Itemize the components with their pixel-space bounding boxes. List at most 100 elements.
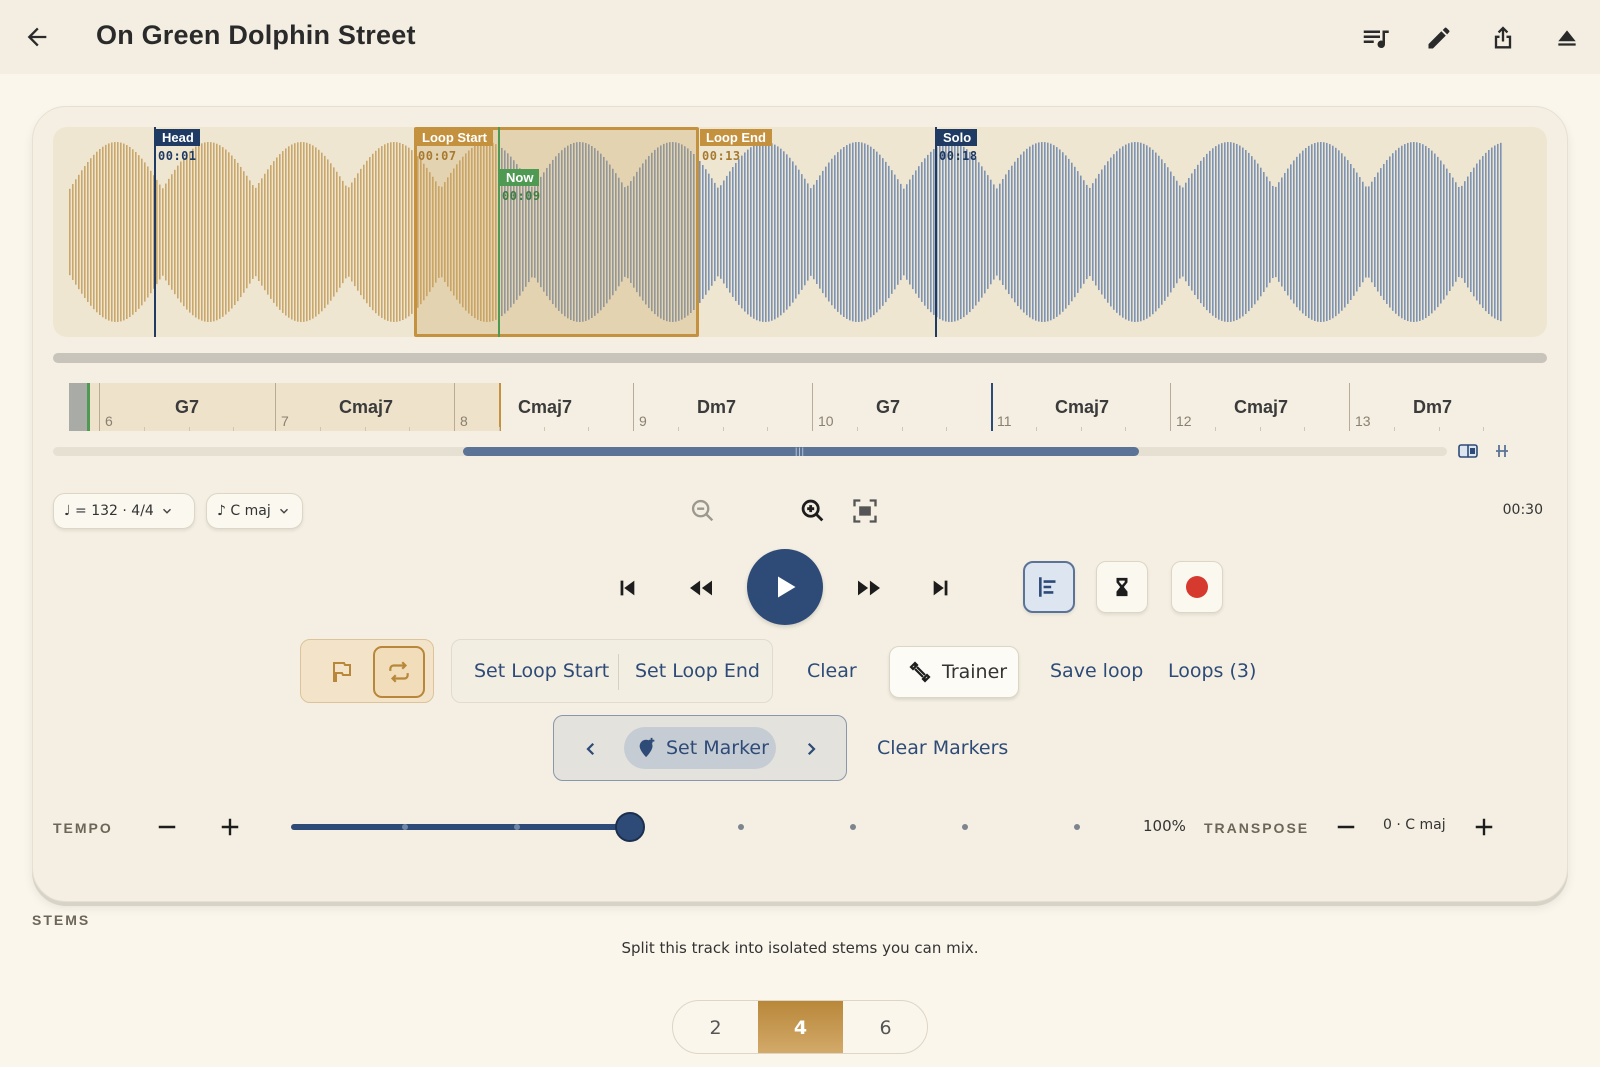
zoom-in-button[interactable] (795, 493, 831, 529)
playlist-button[interactable] (1354, 18, 1396, 58)
chord-lane[interactable]: 6 G7 7 Cmaj7 8 Cmaj7 9 Dm7 10 G7 11 Cmaj7 12 Cmaj7 13 D… (69, 383, 1529, 431)
waveform-sample (315, 147, 317, 317)
waveform-sample (1356, 172, 1358, 292)
waveform-sample (1482, 156, 1484, 308)
set-loop-end-button[interactable]: Set Loop End (635, 660, 760, 682)
chord-cell[interactable]: 8 Cmaj7 (454, 383, 633, 431)
waveform-sample (1392, 153, 1394, 311)
transpose-down-button[interactable] (1331, 812, 1361, 842)
waveform-sample (1005, 174, 1007, 290)
set-loop-start-button[interactable]: Set Loop Start (474, 660, 609, 682)
next-marker-button[interactable] (796, 734, 826, 764)
waveform-sample (1110, 157, 1112, 307)
chord-cell[interactable]: 6 G7 (99, 383, 278, 431)
waveform-sample (1347, 160, 1349, 304)
marker-loop-end[interactable]: Loop End 00:13 (698, 127, 772, 337)
fast-forward-button[interactable] (849, 568, 889, 608)
align-left-button[interactable] (1023, 561, 1075, 613)
marker-mode-button[interactable] (315, 646, 367, 698)
waveform-sample (108, 143, 110, 321)
count-in-timer-button[interactable] (1096, 561, 1148, 613)
record-button[interactable] (1171, 561, 1223, 613)
loop-mode-button[interactable] (373, 646, 425, 698)
waveform-graphic (69, 142, 1502, 322)
beat-tick (1438, 427, 1440, 431)
chord-name: Cmaj7 (1055, 397, 1110, 417)
zoom-out-button[interactable] (685, 493, 721, 529)
waveform-sample (1224, 142, 1226, 322)
skip-to-end-button[interactable] (921, 568, 961, 608)
marker-solo[interactable]: Solo 00:18 (935, 127, 978, 337)
clear-loop-button[interactable]: Clear (807, 660, 857, 682)
waveform-sample (1080, 175, 1082, 289)
tempo-slider-track[interactable] (291, 824, 631, 830)
chord-cell[interactable]: 7 Cmaj7 (275, 383, 454, 431)
waveform-sample (876, 151, 878, 313)
transpose-up-button[interactable] (1469, 812, 1499, 842)
waveform-sample (81, 170, 83, 294)
waveform-sample (141, 158, 143, 306)
back-button[interactable] (20, 20, 54, 54)
set-marker-button[interactable]: Set Marker (624, 727, 776, 769)
waveform-sample (1263, 172, 1265, 292)
stems-option-2[interactable]: 2 (673, 1001, 758, 1053)
waveform-sample (123, 143, 125, 321)
waveform-sample (387, 143, 389, 321)
waveform-sample (1329, 144, 1331, 320)
tempo-slider-thumb[interactable] (615, 812, 645, 842)
beat-tick (1125, 427, 1127, 431)
waveform-sample (198, 144, 200, 320)
waveform-sample (882, 158, 884, 306)
rewind-icon (690, 580, 712, 596)
eject-button[interactable] (1546, 18, 1588, 58)
stems-option-4[interactable]: 4 (758, 1001, 843, 1053)
tempo-decrease-button[interactable] (152, 812, 182, 842)
waveform-sample (1470, 171, 1472, 293)
chevron-down-icon (279, 508, 288, 514)
edit-button[interactable] (1418, 18, 1460, 58)
waveform-sample (1326, 142, 1328, 322)
waveform-sample (846, 145, 848, 319)
waveform-sample (1071, 162, 1073, 302)
chord-name: Dm7 (697, 397, 737, 417)
share-button[interactable] (1482, 18, 1524, 58)
waveform-sample (264, 173, 266, 291)
playhead-now[interactable]: Now 00:09 (498, 127, 540, 337)
chord-cell[interactable]: 11 Cmaj7 (991, 383, 1170, 431)
tempo-signature-pill[interactable]: ♩ = 132 · 4/4 (53, 493, 195, 529)
beat-tick (1304, 427, 1306, 431)
scrub-bar[interactable] (53, 353, 1547, 363)
waveform[interactable]: Head 00:01 Loop Start 00:07 Now 00:09 Lo… (53, 127, 1547, 337)
tempo-increase-button[interactable] (215, 812, 245, 842)
chord-cell[interactable]: 9 Dm7 (633, 383, 812, 431)
waveform-sample (909, 179, 911, 285)
chord-cell[interactable]: 13 Dm7 (1349, 383, 1528, 431)
waveform-sample (411, 150, 413, 314)
marker-loop-start[interactable]: Loop Start 00:07 (414, 127, 493, 337)
save-loop-button[interactable]: Save loop (1050, 660, 1143, 682)
split-view-button[interactable] (1457, 441, 1479, 461)
chord-cell[interactable]: 12 Cmaj7 (1170, 383, 1349, 431)
previous-marker-button[interactable] (576, 734, 606, 764)
expand-timeline-button[interactable] (1491, 441, 1513, 461)
key-pill[interactable]: ♪ C maj (206, 493, 303, 529)
waveform-sample (1473, 167, 1475, 297)
beat-tick (319, 427, 321, 431)
waveform-sample (840, 149, 842, 315)
play-button[interactable] (747, 549, 823, 625)
loops-list-button[interactable]: Loops (3) (1168, 660, 1256, 682)
marker-head[interactable]: Head 00:01 (154, 127, 200, 337)
waveform-sample (972, 155, 974, 309)
clear-markers-button[interactable]: Clear Markers (877, 737, 1008, 759)
waveform-sample (1188, 177, 1190, 287)
loop-region[interactable] (414, 127, 699, 337)
skip-to-start-button[interactable] (607, 568, 647, 608)
trainer-button[interactable]: Trainer (889, 646, 1019, 698)
rewind-button[interactable] (681, 568, 721, 608)
chord-cell[interactable]: 10 G7 (812, 383, 991, 431)
plus-icon (221, 818, 239, 836)
waveform-sample (822, 170, 824, 294)
fit-view-button[interactable] (847, 493, 883, 529)
stems-option-6[interactable]: 6 (843, 1001, 927, 1053)
waveform-sample (1422, 144, 1424, 320)
